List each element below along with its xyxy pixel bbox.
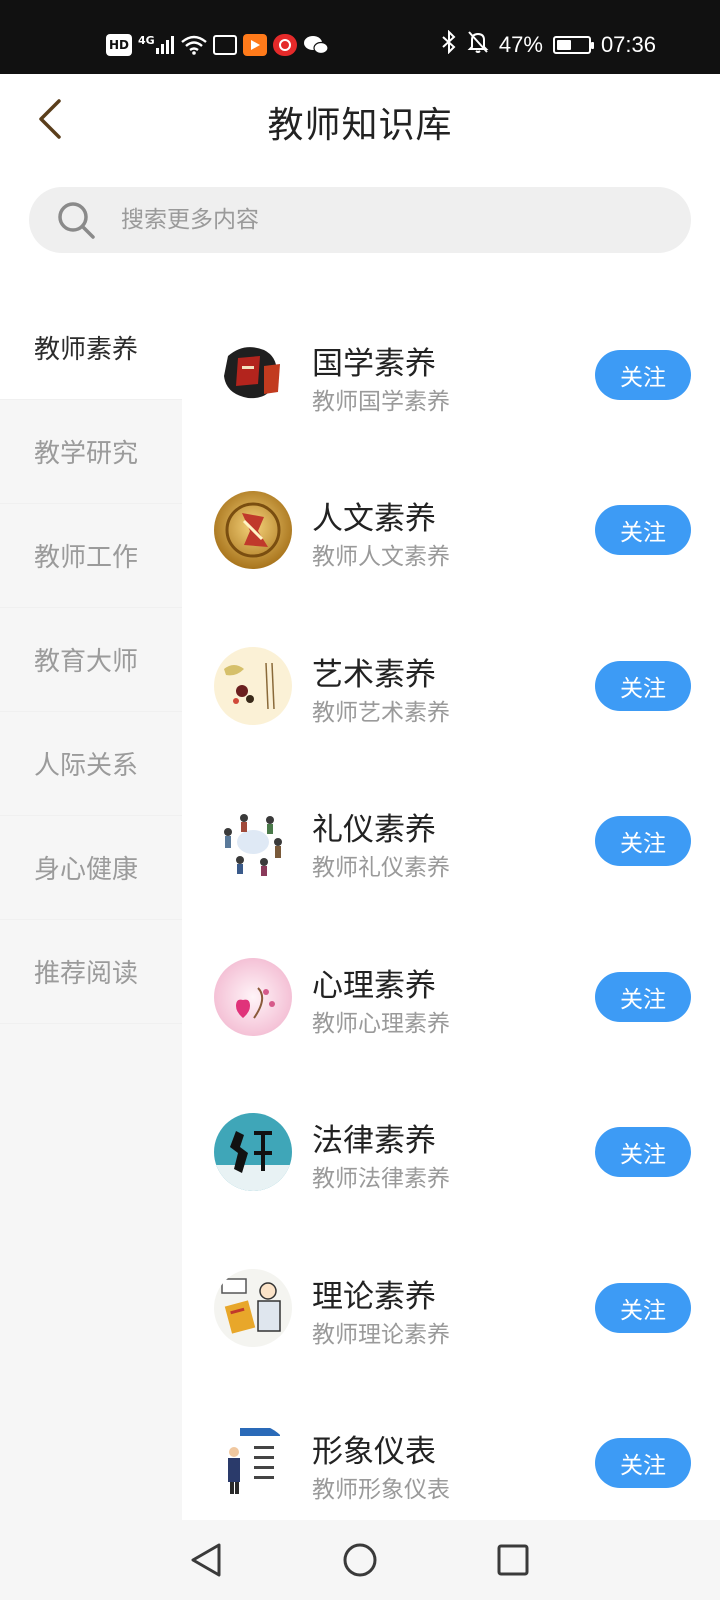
hd-icon: HD: [106, 34, 133, 56]
follow-button[interactable]: 关注: [595, 1438, 691, 1488]
sidebar-item-teacher-quality[interactable]: 教师素养: [0, 296, 182, 400]
wechat-icon: [303, 34, 329, 56]
list-item[interactable]: 人文素养 教师人文素养 关注: [182, 451, 720, 610]
nav-back-button[interactable]: [182, 1536, 230, 1584]
home-circle-icon: [343, 1543, 377, 1577]
bank-app-icon: [272, 34, 297, 56]
item-title: 法律素养: [312, 1123, 436, 1159]
list-item[interactable]: 国学素养 教师国学素养 关注: [182, 296, 720, 455]
network-label: 4G: [138, 34, 155, 47]
mail-app-icon: [212, 35, 237, 55]
sidebar-item-education-masters[interactable]: 教育大师: [0, 608, 182, 712]
follow-button[interactable]: 关注: [595, 505, 691, 555]
list-item[interactable]: 法律素养 教师法律素养 关注: [182, 1073, 720, 1232]
item-subtitle: 教师法律素养: [312, 1166, 450, 1192]
wifi-icon: [180, 34, 207, 56]
liyi-thumbnail-icon: [214, 802, 292, 880]
follow-button[interactable]: 关注: [595, 816, 691, 866]
list-item[interactable]: 形象仪表 教师形象仪表 关注: [182, 1384, 720, 1520]
recents-square-icon: [497, 1544, 529, 1576]
follow-button[interactable]: 关注: [595, 1127, 691, 1177]
status-bar: HD 4G 47% 07:36: [0, 0, 720, 74]
system-nav-bar: [0, 1520, 720, 1600]
topic-list: 国学素养 教师国学素养 关注 人文素养 教师人文素养 关注 艺术素养 教师艺术素…: [182, 296, 720, 1520]
yishu-thumbnail-icon: [214, 647, 292, 725]
xinli-thumbnail-icon: [214, 958, 292, 1036]
back-triangle-icon: [191, 1543, 221, 1577]
item-title: 国学素养: [312, 346, 436, 382]
item-subtitle: 教师艺术素养: [312, 700, 450, 726]
sidebar-item-relationships[interactable]: 人际关系: [0, 712, 182, 816]
search-bar[interactable]: [29, 187, 691, 253]
sidebar-item-teacher-work[interactable]: 教师工作: [0, 504, 182, 608]
follow-button[interactable]: 关注: [595, 661, 691, 711]
nav-recents-button[interactable]: [489, 1536, 537, 1584]
item-title: 理论素养: [312, 1279, 436, 1315]
search-icon: [55, 199, 97, 241]
item-title: 人文素养: [312, 501, 436, 537]
header: 教师知识库: [0, 74, 720, 164]
sidebar-item-health[interactable]: 身心健康: [0, 816, 182, 920]
renwen-thumbnail-icon: [214, 491, 292, 569]
item-subtitle: 教师礼仪素养: [312, 855, 450, 881]
lilun-thumbnail-icon: [214, 1269, 292, 1347]
list-item[interactable]: 礼仪素养 教师礼仪素养 关注: [182, 762, 720, 921]
battery-percent: 47%: [498, 32, 543, 57]
item-subtitle: 教师形象仪表: [312, 1477, 450, 1503]
follow-button[interactable]: 关注: [595, 350, 691, 400]
category-sidebar: 教师素养 教学研究 教师工作 教育大师 人际关系 身心健康 推荐阅读: [0, 296, 182, 1520]
follow-button[interactable]: 关注: [595, 972, 691, 1022]
nav-home-button[interactable]: [336, 1536, 384, 1584]
sidebar-item-reading[interactable]: 推荐阅读: [0, 920, 182, 1024]
item-subtitle: 教师心理素养: [312, 1011, 450, 1037]
battery-level: [556, 40, 572, 50]
item-subtitle: 教师人文素养: [312, 544, 450, 570]
battery-icon: [552, 36, 594, 54]
status-right-icons: 47% 07:36: [441, 29, 656, 60]
item-title: 形象仪表: [312, 1434, 436, 1470]
status-time: 07:36: [600, 32, 656, 57]
bell-muted-icon: [467, 30, 489, 60]
list-item[interactable]: 心理素养 教师心理素养 关注: [182, 918, 720, 1077]
xingxiang-thumbnail-icon: [214, 1424, 292, 1502]
falv-thumbnail-icon: [214, 1113, 292, 1191]
guoxue-thumbnail-icon: [214, 336, 292, 414]
signal-4g-icon: 4G: [138, 34, 175, 56]
status-left-icons: HD 4G: [106, 30, 329, 60]
item-subtitle: 教师理论素养: [312, 1322, 450, 1348]
follow-button[interactable]: 关注: [595, 1283, 691, 1333]
search-input[interactable]: [121, 207, 641, 233]
item-subtitle: 教师国学素养: [312, 389, 450, 415]
page-title: 教师知识库: [267, 105, 453, 146]
list-item[interactable]: 理论素养 教师理论素养 关注: [182, 1229, 720, 1388]
video-app-icon: [242, 34, 267, 56]
item-title: 艺术素养: [312, 657, 436, 693]
item-title: 心理素养: [312, 968, 436, 1004]
list-item[interactable]: 艺术素养 教师艺术素养 关注: [182, 607, 720, 766]
item-title: 礼仪素养: [312, 812, 436, 848]
sidebar-item-teaching-research[interactable]: 教学研究: [0, 400, 182, 504]
bluetooth-icon: [441, 29, 457, 60]
